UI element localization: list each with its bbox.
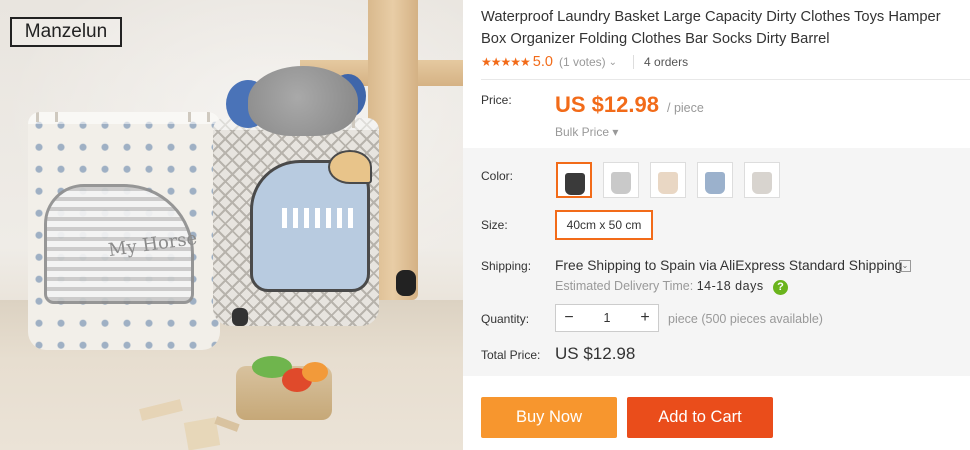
orders-count: 4 orders [644,55,689,69]
color-swatch-3[interactable] [650,162,686,198]
unicorn-wing [328,150,372,184]
color-swatch-1[interactable] [556,162,592,198]
unicorn-pattern [282,208,354,228]
bulk-price-dropdown[interactable]: Bulk Price ▾ [555,125,618,139]
divider [633,55,635,69]
shipping-method[interactable]: Free Shipping to Spain via AliExpress St… [555,258,902,273]
color-swatch-2[interactable] [603,162,639,198]
chevron-down-icon[interactable]: ⌄ [899,260,911,272]
total-price-value: US $12.98 [555,344,636,363]
price-value: US $12.98 [555,92,659,117]
color-label: Color: [481,169,514,183]
rating-row: ★★★★★ 5.0 (1 votes) ⌄ 4 orders [481,52,688,72]
basket-thumbnail-icon [705,172,725,194]
rating-stars-icon: ★★★★★ [481,55,531,69]
basket-handle [188,112,210,122]
price-label: Price: [481,93,512,107]
quantity-decrease-button[interactable]: − [556,305,582,331]
basket-thumbnail-icon [658,172,678,194]
delivery-days: 14-18 days [696,279,764,293]
price-unit: / piece [667,101,704,115]
size-option-40x50[interactable]: 40cm x 50 cm [555,210,653,240]
rating-score: 5.0 [532,54,553,70]
delivery-estimate-label: Estimated Delivery Time: [555,279,694,293]
photo-wheel [232,308,248,326]
basket-thumbnail-icon [565,173,585,195]
basket-thumbnail-icon [611,172,631,194]
color-swatch-4[interactable] [697,162,733,198]
color-swatch-5[interactable] [744,162,780,198]
quantity-stepper: − 1 + [555,304,659,332]
quantity-input[interactable]: 1 [582,305,632,331]
quantity-label: Quantity: [481,312,530,326]
product-image[interactable]: My Horse Manzelun [0,0,463,450]
shipping-label: Shipping: [481,259,532,273]
divider [481,79,970,80]
brand-logo: Manzelun [10,17,122,47]
size-label: Size: [481,218,508,232]
product-info-panel: Waterproof Laundry Basket Large Capacity… [463,0,970,450]
basket-handle [36,112,58,122]
product-title: Waterproof Laundry Basket Large Capacity… [481,9,941,47]
photo-wheel [396,270,416,296]
toy-vegetable [302,362,328,382]
delivery-estimate: Estimated Delivery Time: 14-18 days [555,279,764,293]
toy-elephant [248,66,358,136]
rating-votes-link[interactable]: (1 votes) [559,55,606,69]
quantity-increase-button[interactable]: + [632,305,658,331]
basket-thumbnail-icon [752,172,772,194]
chevron-down-icon[interactable]: ⌄ [609,57,617,68]
add-to-cart-button[interactable]: Add to Cart [627,397,773,438]
total-price-label: Total Price: [481,348,541,362]
help-icon[interactable]: ? [773,280,788,295]
buy-now-button[interactable]: Buy Now [481,397,617,438]
quantity-availability: piece (500 pieces available) [668,312,823,326]
